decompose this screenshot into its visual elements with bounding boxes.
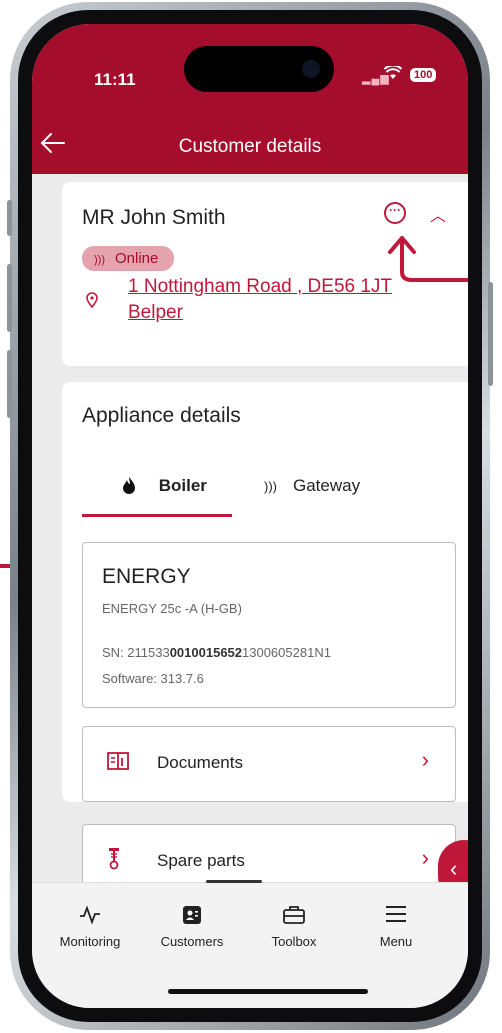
- device-model: ENERGY 25c -A (H-GB): [102, 601, 242, 616]
- dynamic-island: [184, 46, 334, 92]
- toolbox-icon: [244, 905, 344, 933]
- nav-monitoring[interactable]: Monitoring: [40, 905, 140, 951]
- home-indicator: [168, 989, 368, 994]
- documents-label: Documents: [157, 753, 243, 772]
- app-bar: Customer details: [32, 124, 468, 174]
- signal-waves-icon: ))): [264, 479, 277, 494]
- device-name: ENERGY: [102, 565, 191, 588]
- spare-parts-icon: [107, 847, 121, 876]
- app-screen: 11:11 ▂▄▆ 100 Customer details MR John S…: [32, 24, 468, 1008]
- more-options-icon[interactable]: ···: [384, 202, 406, 224]
- phone-frame: 11:11 ▂▄▆ 100 Customer details MR John S…: [7, 2, 493, 1030]
- annotation-arrow-up: [388, 236, 468, 282]
- device-info-box: ENERGY ENERGY 25c -A (H-GB) SN: 21153300…: [82, 542, 456, 708]
- wifi-icon: [383, 64, 403, 85]
- active-indicator: [206, 880, 262, 883]
- tab-gateway[interactable]: ))) Gateway: [264, 476, 360, 496]
- document-icon: [107, 751, 129, 776]
- serial-number: SN: 21153300100156521300605281N1: [102, 645, 331, 660]
- chevron-right-icon: ›: [421, 845, 429, 870]
- contact-card-icon: [142, 905, 242, 933]
- chevron-up-icon[interactable]: ︿: [430, 202, 446, 226]
- location-pin-icon: [86, 292, 98, 311]
- spare-parts-label: Spare parts: [157, 851, 245, 870]
- chevron-left-icon: ‹: [450, 856, 458, 881]
- section-title: Appliance details: [82, 404, 241, 427]
- documents-row[interactable]: Documents ›: [82, 726, 456, 802]
- signal-waves-icon: ))): [94, 254, 105, 266]
- nav-menu[interactable]: Menu: [346, 905, 446, 951]
- pulse-icon: [40, 905, 140, 933]
- battery-indicator: 100: [410, 68, 437, 82]
- software-version: Software: 313.7.6: [102, 671, 204, 686]
- nav-customers[interactable]: Customers: [142, 905, 242, 951]
- bottom-navigation: Monitoring Customers Toolbox Menu: [32, 880, 468, 1008]
- status-time: 11:11: [94, 70, 136, 89]
- customer-name: MR John Smith: [82, 206, 226, 229]
- status-badge: ))) Online: [82, 246, 175, 271]
- tab-boiler[interactable]: Boiler: [122, 476, 207, 496]
- nav-toolbox[interactable]: Toolbox: [244, 905, 344, 951]
- chevron-right-icon: ›: [421, 747, 429, 772]
- status-bar: 11:11 ▂▄▆ 100: [32, 24, 468, 124]
- tab-underline: [82, 514, 232, 517]
- page-title: Customer details: [178, 136, 322, 157]
- flame-icon: [122, 476, 141, 495]
- hamburger-menu-icon: [346, 905, 446, 933]
- address-link[interactable]: 1 Nottingham Road , DE56 1JT Belper: [128, 274, 392, 326]
